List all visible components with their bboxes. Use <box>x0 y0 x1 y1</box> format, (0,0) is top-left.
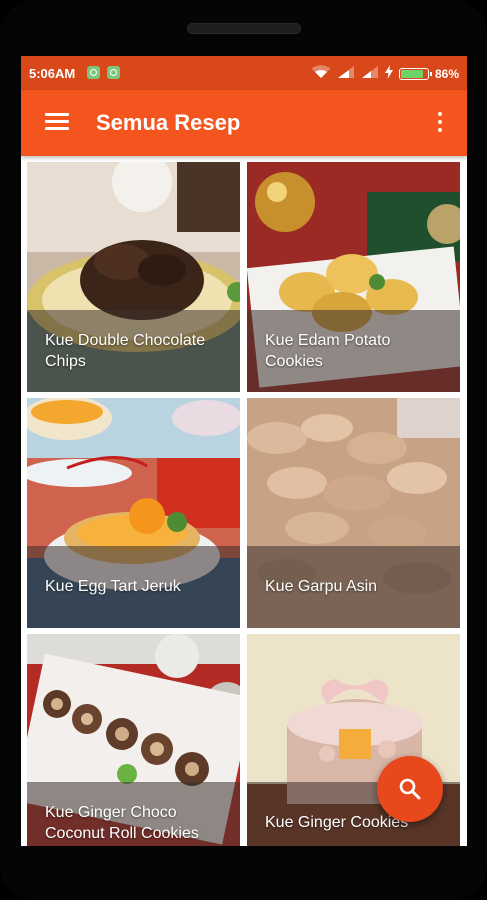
recipe-card[interactable]: Kue Ginger Choco Coconut Roll Cookies <box>27 634 240 846</box>
recipe-card[interactable]: Kue Garpu Asin <box>247 398 460 628</box>
recipe-title: Kue Egg Tart Jeruk <box>45 578 181 595</box>
status-time: 5:06AM <box>29 66 76 81</box>
battery-percent: 86% <box>434 66 459 81</box>
signal-icon <box>337 65 355 82</box>
signal-icon <box>361 65 379 82</box>
recipe-grid: Kue Double Chocolate Chips Kue Edam Pota… <box>21 156 467 846</box>
battery-icon <box>398 67 432 80</box>
search-button[interactable] <box>377 756 443 822</box>
more-vertical-icon[interactable] <box>437 110 443 134</box>
page-title: Semua Resep <box>96 110 241 135</box>
recipe-title: Kue Double Chocolate Chips <box>45 332 206 370</box>
recipe-caption: Kue Garpu Asin <box>247 546 460 628</box>
recipe-caption: Kue Ginger Choco Coconut Roll Cookies <box>27 782 240 846</box>
recipe-caption: Kue Double Chocolate Chips <box>27 310 240 392</box>
status-icons: 86% <box>305 65 459 82</box>
notification-icon <box>87 66 100 79</box>
recipe-card[interactable]: Kue Double Chocolate Chips <box>27 162 240 392</box>
app-bar: Semua Resep <box>21 90 467 156</box>
recipe-card[interactable]: Kue Edam Potato Cookies <box>247 162 460 392</box>
status-bar: 5:06AM 86% <box>21 56 467 90</box>
recipe-title: Kue Ginger Choco Coconut Roll Cookies <box>45 804 199 842</box>
recipe-caption: Kue Edam Potato Cookies <box>247 310 460 392</box>
search-icon <box>399 778 421 800</box>
battery-level <box>400 69 423 78</box>
recipe-title: Kue Edam Potato Cookies <box>265 332 391 370</box>
phone-frame: 5:06AM 86% Semua Resep Kue Double Chocol… <box>0 0 487 900</box>
charging-icon <box>384 65 393 82</box>
menu-icon[interactable] <box>45 112 69 132</box>
notification-icon <box>107 66 120 79</box>
screen: 5:06AM 86% Semua Resep Kue Double Chocol… <box>21 56 467 846</box>
phone-speaker <box>187 23 301 34</box>
recipe-card[interactable]: Kue Egg Tart Jeruk <box>27 398 240 628</box>
wifi-icon <box>311 65 331 82</box>
recipe-title: Kue Garpu Asin <box>265 578 378 595</box>
recipe-caption: Kue Egg Tart Jeruk <box>27 546 240 628</box>
